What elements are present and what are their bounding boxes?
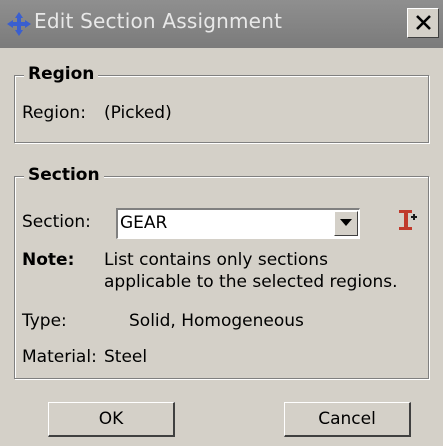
region-group-title: Region bbox=[24, 64, 99, 84]
close-icon bbox=[416, 15, 431, 30]
ok-button[interactable]: OK bbox=[48, 402, 175, 437]
create-section-icon[interactable] bbox=[396, 208, 418, 232]
region-value: (Picked) bbox=[104, 103, 172, 123]
note-line-1: List contains only sections bbox=[104, 250, 328, 270]
material-label: Material: bbox=[22, 347, 97, 367]
material-value: Steel bbox=[104, 347, 148, 367]
chevron-down-icon bbox=[340, 219, 352, 226]
edit-section-assignment-dialog: Edit Section Assignment Region Region: (… bbox=[0, 0, 443, 446]
window-title: Edit Section Assignment bbox=[34, 9, 283, 33]
section-select-dropdown-button[interactable] bbox=[334, 211, 358, 236]
note-label: Note: bbox=[22, 250, 75, 270]
close-button[interactable] bbox=[407, 8, 439, 38]
type-label: Type: bbox=[22, 311, 67, 331]
section-select-value: GEAR bbox=[120, 213, 168, 233]
region-label: Region: bbox=[22, 103, 86, 123]
section-group-title: Section bbox=[24, 165, 104, 185]
type-value: Solid, Homogeneous bbox=[129, 311, 304, 331]
cancel-button[interactable]: Cancel bbox=[284, 402, 411, 437]
note-line-2: applicable to the selected regions. bbox=[104, 272, 398, 292]
section-label: Section: bbox=[22, 212, 91, 232]
section-select[interactable]: GEAR bbox=[116, 208, 360, 239]
title-bar[interactable]: Edit Section Assignment bbox=[0, 0, 443, 48]
move-arrows-icon bbox=[7, 12, 31, 36]
